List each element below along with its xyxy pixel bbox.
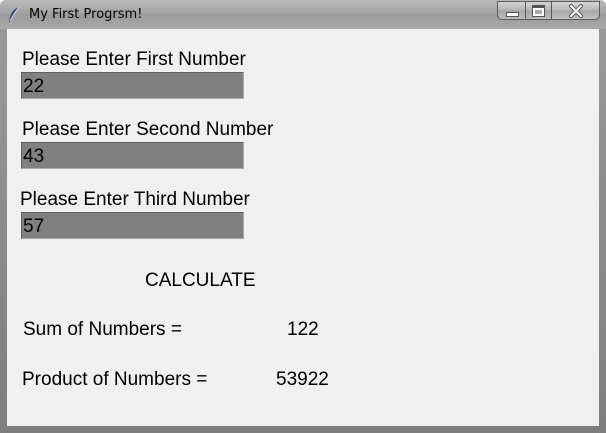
third-number-input[interactable] xyxy=(21,212,244,239)
minimize-icon xyxy=(506,12,519,17)
title-bar[interactable]: My First Progrsm! xyxy=(0,0,606,29)
maximize-button[interactable] xyxy=(525,1,551,20)
window-title: My First Progrsm! xyxy=(29,7,143,22)
minimize-button[interactable] xyxy=(497,1,525,20)
first-number-input[interactable] xyxy=(21,72,244,99)
client-area: Please Enter First Number Please Enter S… xyxy=(7,29,599,426)
second-number-label: Please Enter Second Number xyxy=(22,119,274,140)
sum-label: Sum of Numbers = xyxy=(23,319,182,340)
product-label: Product of Numbers = xyxy=(22,369,208,390)
product-value: 53922 xyxy=(276,369,329,390)
second-number-input[interactable] xyxy=(21,142,244,169)
third-number-label: Please Enter Third Number xyxy=(20,189,250,210)
close-icon xyxy=(568,3,584,19)
maximize-icon xyxy=(532,5,545,17)
first-number-label: Please Enter First Number xyxy=(22,49,246,70)
feather-icon xyxy=(7,6,21,24)
app-window: My First Progrsm! Please Enter First Num… xyxy=(0,0,606,433)
sum-value: 122 xyxy=(287,319,319,340)
close-button[interactable] xyxy=(551,1,600,20)
calculate-button[interactable]: CALCULATE xyxy=(145,267,261,295)
window-controls xyxy=(497,1,600,20)
